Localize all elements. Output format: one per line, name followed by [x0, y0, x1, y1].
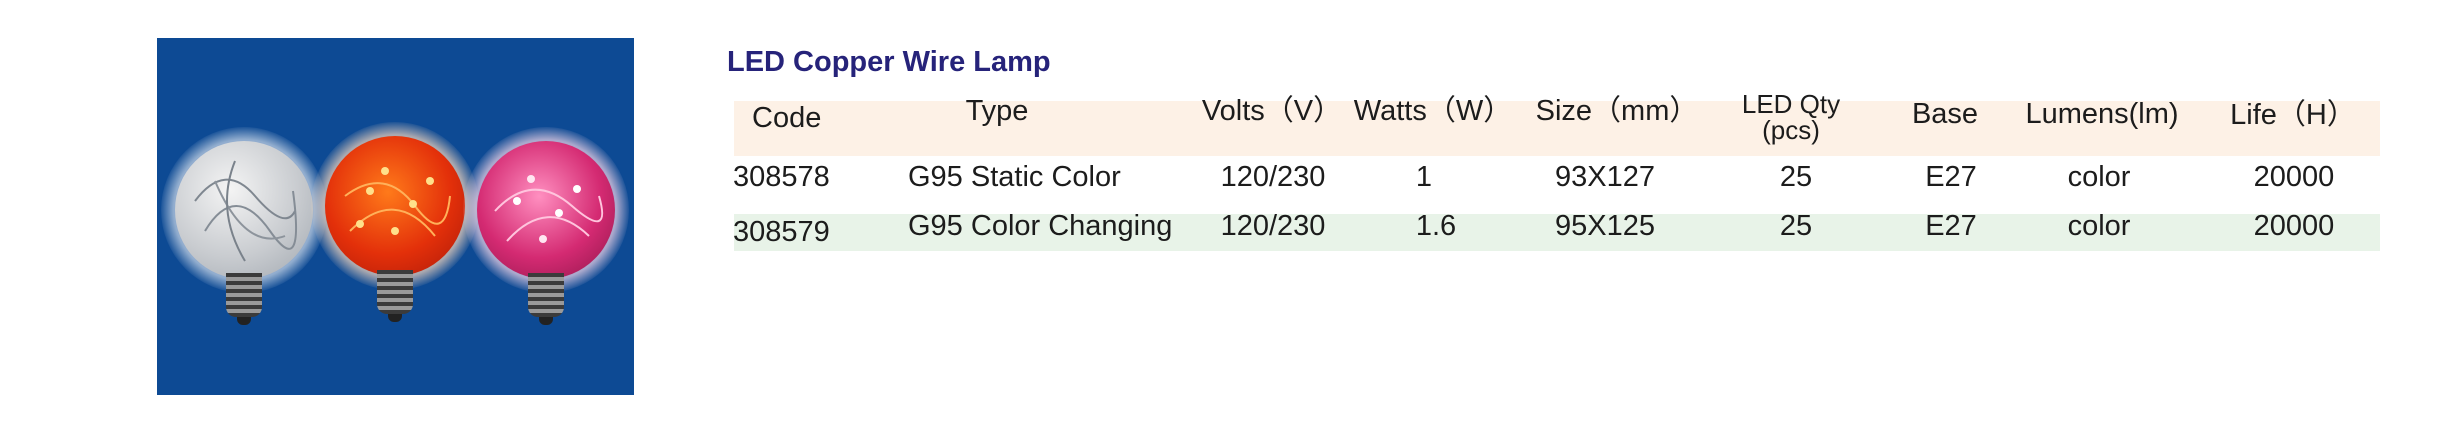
clear-bulb-image — [161, 127, 327, 325]
row1-life: 20000 — [2253, 161, 2335, 193]
header-size: Size（mm） — [1535, 95, 1699, 127]
row2-base: E27 — [1925, 210, 1977, 242]
row2-size: 95X125 — [1555, 210, 1655, 242]
header-lumens: Lumens(lm) — [2025, 98, 2179, 130]
header-volts: Volts（V） — [1201, 95, 1343, 127]
header-led-qty: LED Qty (pcs) — [1742, 91, 1840, 143]
header-type: Type — [965, 95, 1029, 127]
row1-size: 93X127 — [1555, 161, 1655, 193]
row1-volts: 120/230 — [1220, 161, 1326, 193]
row2-volts: 120/230 — [1220, 210, 1326, 242]
product-title: LED Copper Wire Lamp — [727, 46, 1051, 78]
row1-base: E27 — [1925, 161, 1977, 193]
header-base: Base — [1911, 98, 1979, 130]
header-led-qty-line1: LED Qty — [1741, 89, 1841, 119]
orange-bulb-image — [311, 122, 479, 322]
product-photo — [157, 38, 634, 395]
row2-code: 308579 — [733, 216, 830, 248]
row2-watts: 1.6 — [1415, 210, 1457, 242]
row2-type: G95 Color Changing — [908, 210, 1173, 242]
header-watts: Watts（W） — [1353, 95, 1513, 127]
row1-code: 308578 — [733, 161, 830, 193]
row2-lumens: color — [2067, 210, 2131, 242]
header-code: Code — [752, 102, 822, 134]
row2-life: 20000 — [2253, 210, 2335, 242]
row1-watts: 1 — [1415, 161, 1433, 193]
row2-led-qty: 25 — [1779, 210, 1813, 242]
pink-bulb-image — [463, 127, 629, 325]
header-life: Life（H） — [2230, 99, 2356, 131]
row1-led-qty: 25 — [1779, 161, 1813, 193]
row1-type: G95 Static Color — [908, 161, 1121, 193]
header-led-qty-line2: (pcs) — [1762, 115, 1820, 145]
row1-lumens: color — [2067, 161, 2131, 193]
